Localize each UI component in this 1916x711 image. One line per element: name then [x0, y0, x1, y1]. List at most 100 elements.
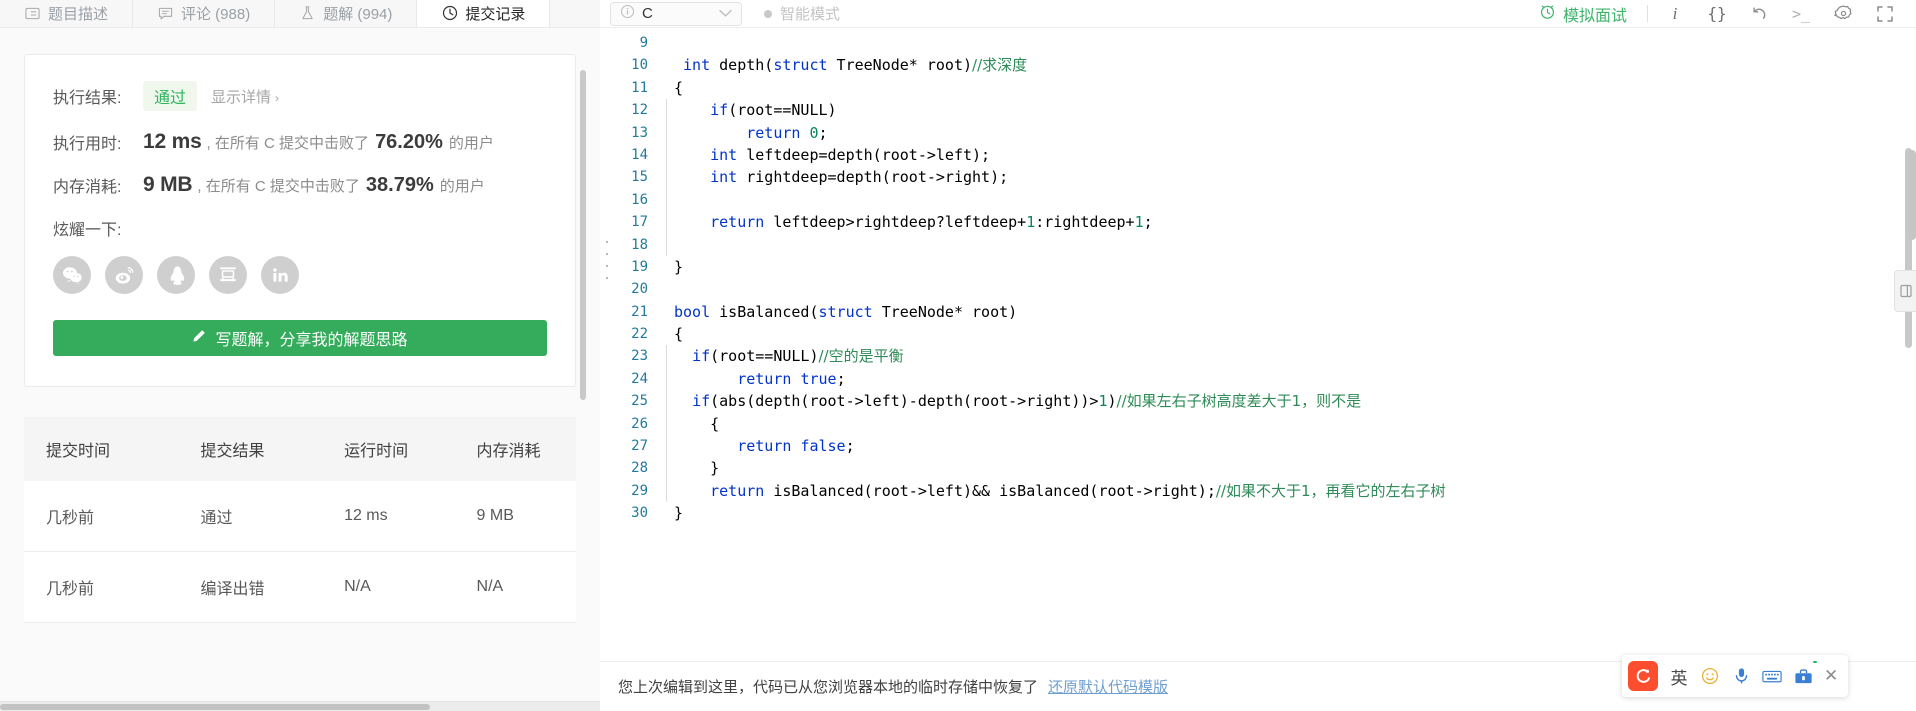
cell-status[interactable]: 通过: [178, 481, 323, 552]
undo-icon[interactable]: [1738, 1, 1780, 27]
mock-interview-label: 模拟面试: [1562, 7, 1627, 25]
code-text[interactable]: return leftdeep>rightdeep?leftdeep+1:rig…: [674, 211, 1153, 233]
submissions-table: 提交时间 提交结果 运行时间 内存消耗 几秒前 通过 12 ms 9 MB 几秒…: [24, 417, 576, 623]
indent-guide: [660, 390, 674, 414]
submissions-table-wrap: 提交时间 提交结果 运行时间 内存消耗 几秒前 通过 12 ms 9 MB 几秒…: [24, 417, 576, 623]
indent-guide: [660, 211, 674, 234]
fullscreen-icon[interactable]: [1864, 1, 1906, 27]
code-text[interactable]: int leftdeep=depth(root->left);: [674, 144, 990, 166]
tab-description[interactable]: 题目描述: [0, 0, 134, 27]
ime-toolbox-icon[interactable]: [1793, 661, 1817, 689]
weibo-icon[interactable]: [105, 256, 143, 294]
code-text[interactable]: if(abs(depth(root->left)-depth(root->rig…: [674, 390, 1361, 412]
indent-guide: [660, 99, 674, 122]
indent-guide: [660, 166, 674, 190]
code-text[interactable]: int depth(struct TreeNode* root)//求深度: [674, 54, 1027, 76]
linkedin-icon[interactable]: [261, 256, 299, 294]
code-token: TreeNode* root): [872, 302, 1018, 321]
code-line: 11 {: [614, 77, 1916, 99]
code-text[interactable]: {: [674, 323, 683, 345]
code-lines[interactable]: 9 10 int depth(struct TreeNode* root)//求深…: [614, 28, 1916, 528]
left-panel-horizontal-scrollbar[interactable]: [0, 701, 600, 711]
ime-mic-icon[interactable]: [1731, 663, 1751, 689]
line-number: 18: [631, 236, 648, 253]
line-number: 30: [631, 505, 648, 522]
code-token: (abs(depth(root->left)-depth(root->right…: [710, 392, 1099, 411]
fold-gutter[interactable]: [600, 28, 614, 528]
column-header-status: 提交结果: [178, 417, 323, 481]
gear-icon[interactable]: [1822, 1, 1864, 27]
side-panel-handle[interactable]: [1894, 270, 1916, 312]
flask-icon: [299, 5, 316, 22]
ime-lang-toggle[interactable]: 英: [1669, 663, 1689, 689]
tab-solutions[interactable]: 题解 (994): [275, 0, 418, 27]
code-token: int: [710, 168, 738, 187]
table-header-row: 提交时间 提交结果 运行时间 内存消耗: [24, 417, 576, 481]
page-scrollbar[interactable]: [1908, 150, 1916, 240]
scrollbar-thumb[interactable]: [0, 704, 430, 710]
code-text[interactable]: }: [674, 256, 683, 278]
indent-guide: [660, 479, 674, 503]
result-row: 执行结果: 通过 显示详情 ›: [53, 81, 547, 111]
indent-guide: [660, 256, 674, 278]
wechat-icon[interactable]: [53, 256, 91, 294]
ime-emoji-icon[interactable]: [1700, 663, 1720, 689]
problem-tabbar: 题目描述 评论 (988) 题解 (994) 提交记录: [0, 0, 600, 28]
console-icon[interactable]: >_: [1780, 1, 1822, 27]
smart-mode-indicator[interactable]: 智能模式: [764, 3, 840, 24]
info-circle-icon: [620, 4, 635, 23]
tab-submissions[interactable]: 提交记录: [417, 0, 551, 27]
code-text[interactable]: if(root==NULL): [674, 99, 836, 121]
code-text[interactable]: return false;: [674, 435, 854, 457]
table-row[interactable]: 几秒前 编译出错 N/A N/A: [24, 551, 576, 623]
code-token: struct: [818, 302, 873, 321]
code-text[interactable]: int rightdeep=depth(root->right);: [674, 166, 1008, 188]
restore-template-link[interactable]: 还原默认代码模版: [1048, 676, 1168, 697]
fold-marker-dots: [606, 241, 608, 279]
code-text[interactable]: if(root==NULL)//空的是平衡: [674, 345, 904, 367]
code-token: false: [800, 437, 846, 456]
line-number: 9: [639, 35, 648, 51]
code-text[interactable]: }: [674, 502, 683, 524]
column-header-time: 提交时间: [24, 417, 179, 481]
code-text[interactable]: {: [674, 77, 683, 99]
code-text[interactable]: return 0;: [674, 122, 827, 144]
code-token: }: [674, 459, 720, 478]
code-token: //如果左右子树高度差大于1，则不是: [1116, 392, 1362, 411]
sogou-logo-icon[interactable]: [1628, 661, 1658, 691]
braces-icon[interactable]: {}: [1696, 1, 1738, 27]
code-text[interactable]: {: [674, 413, 719, 435]
show-detail-link[interactable]: 显示详情 ›: [211, 86, 279, 107]
memory-value: 9 MB: [143, 173, 193, 196]
ime-keyboard-icon[interactable]: [1762, 663, 1782, 689]
douban-icon[interactable]: [209, 256, 247, 294]
code-text[interactable]: return true;: [674, 368, 845, 390]
code-token: rightdeep=depth(root->right);: [737, 168, 1009, 187]
info-icon[interactable]: i: [1654, 1, 1696, 27]
code-text[interactable]: }: [674, 457, 719, 479]
tab-comments[interactable]: 评论 (988): [133, 0, 276, 27]
table-row[interactable]: 几秒前 通过 12 ms 9 MB: [24, 481, 576, 552]
code-text[interactable]: return isBalanced(root->left)&& isBalanc…: [674, 480, 1445, 502]
code-line: 18: [614, 233, 1916, 257]
code-text[interactable]: bool isBalanced(struct TreeNode* root): [674, 301, 1017, 323]
indent-guide: [660, 301, 674, 323]
cell-time: 几秒前: [24, 551, 179, 623]
code-editor[interactable]: 9 10 int depth(struct TreeNode* root)//求深…: [600, 28, 1916, 528]
mock-interview-button[interactable]: 模拟面试: [1539, 2, 1641, 26]
left-panel-scrollbar[interactable]: [580, 70, 586, 400]
cell-status[interactable]: 编译出错: [178, 551, 323, 623]
language-select[interactable]: C: [610, 1, 742, 26]
code-token: 1: [1026, 213, 1036, 232]
write-solution-label: 写题解，分享我的解题思路: [215, 332, 408, 349]
code-token: isBalanced(root->left)&& isBalanced(root…: [764, 481, 1216, 500]
editor-panel: C 智能模式 模拟面试 i {} >_ 9 10 int depth(struc…: [600, 0, 1916, 711]
ime-close-icon[interactable]: ✕: [1824, 666, 1838, 686]
runtime-suffix-text: 的用户: [448, 134, 494, 152]
qq-icon[interactable]: [157, 256, 195, 294]
write-solution-button[interactable]: 写题解，分享我的解题思路: [53, 320, 547, 356]
info-glyph: i: [1672, 3, 1678, 23]
